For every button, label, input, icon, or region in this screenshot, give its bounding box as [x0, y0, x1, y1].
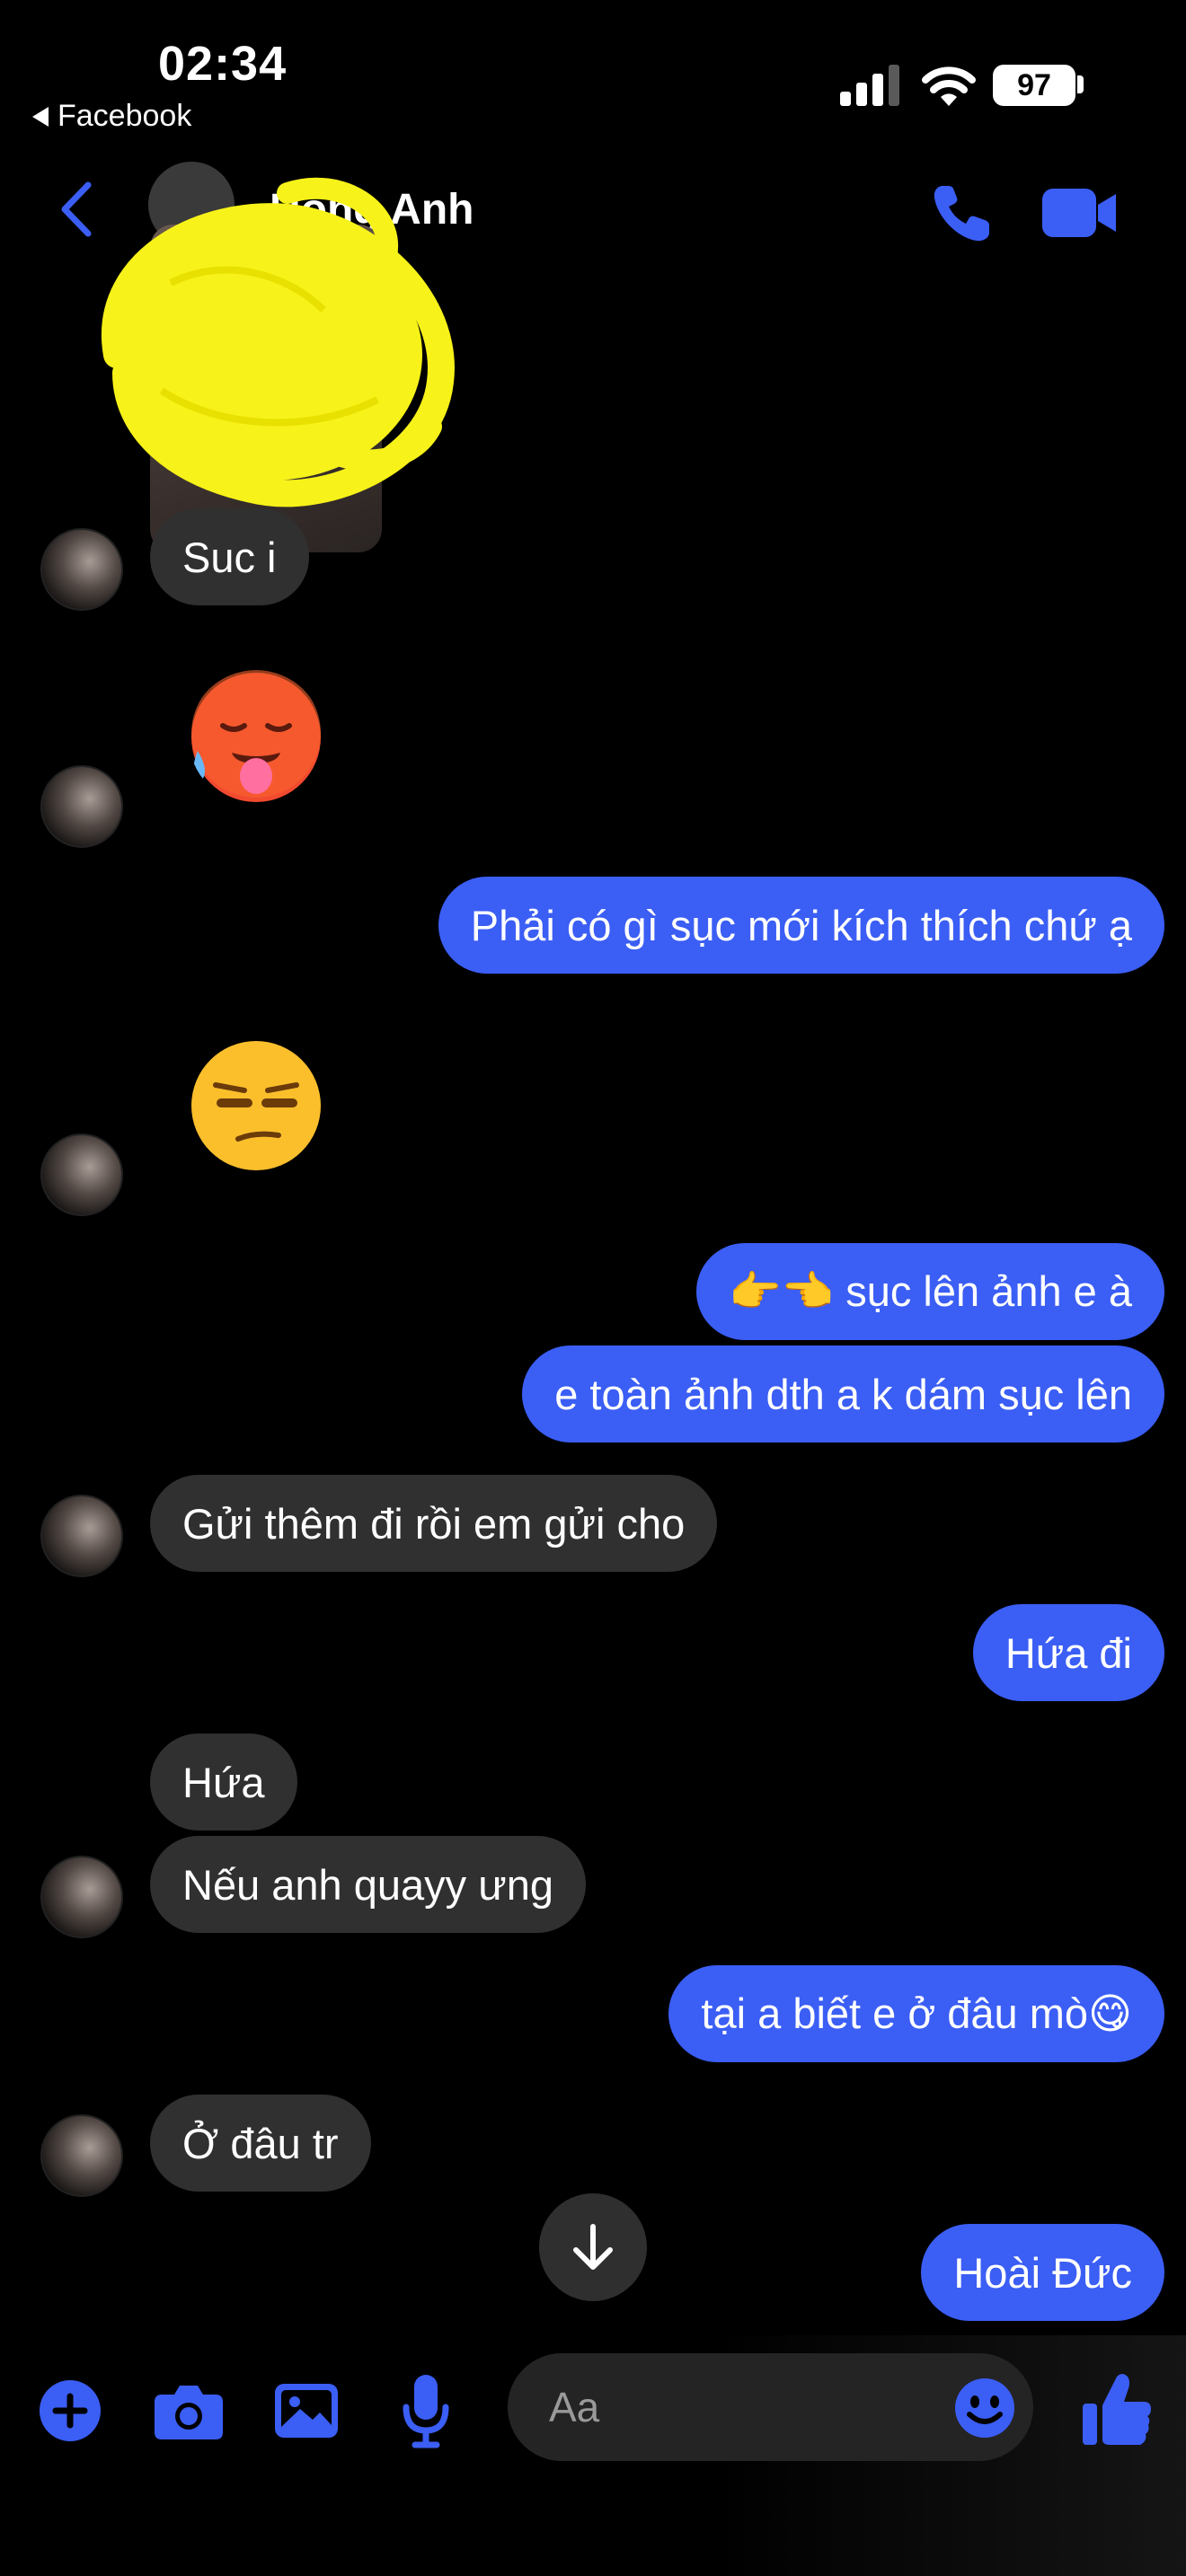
phone-call-icon[interactable] [930, 182, 993, 245]
sender-avatar[interactable] [40, 1856, 123, 1938]
battery-nub [1077, 75, 1084, 93]
sent-message[interactable]: tại a biết e ở đâu mò😋 [668, 1965, 1164, 2062]
sent-message[interactable]: Phải có gì sục mới kích thích chứ ạ [438, 877, 1164, 974]
wifi-icon [922, 66, 976, 106]
received-message[interactable]: Nếu anh quayy ưng [150, 1836, 586, 1933]
status-time: 02:34 [158, 37, 288, 91]
sent-message[interactable]: Hoài Đức [921, 2224, 1164, 2321]
back-app-label: Facebook [58, 99, 192, 133]
battery-indicator: 97 [993, 65, 1075, 106]
received-message[interactable]: Hứa [150, 1734, 297, 1831]
plus-icon[interactable] [40, 2380, 101, 2441]
sender-avatar[interactable] [40, 765, 123, 848]
microphone-icon[interactable] [403, 2375, 449, 2448]
emoji-picker-icon[interactable] [955, 2378, 1014, 2438]
received-message[interactable]: Gửi thêm đi rồi em gửi cho [150, 1475, 718, 1572]
unamused-face-icon[interactable] [189, 1038, 323, 1173]
sender-avatar[interactable] [40, 2114, 123, 2197]
hot-face-icon[interactable] [189, 670, 323, 805]
back-to-app-link[interactable]: Facebook [32, 99, 191, 134]
sent-message[interactable]: 👉👈 sục lên ảnh e à [696, 1243, 1164, 1340]
received-message[interactable]: Suc i [150, 508, 309, 605]
video-call-icon[interactable] [1042, 187, 1118, 239]
sent-message[interactable]: Hứa đi [972, 1604, 1164, 1701]
received-message[interactable]: Ở đâu tr [150, 2095, 371, 2192]
sender-avatar[interactable] [40, 1495, 123, 1577]
scroll-to-bottom-button[interactable] [539, 2193, 647, 2301]
gallery-icon[interactable] [275, 2384, 338, 2438]
sender-avatar[interactable] [40, 528, 123, 611]
thumbs-up-icon[interactable] [1083, 2371, 1151, 2447]
back-triangle-icon [32, 106, 49, 127]
yellow-scribble-redaction [102, 177, 455, 507]
sender-avatar[interactable] [40, 1134, 123, 1216]
camera-icon[interactable] [155, 2382, 223, 2439]
sent-message[interactable]: e toàn ảnh dth a k dám sục lên [522, 1345, 1164, 1442]
arrow-down-icon [573, 2224, 613, 2270]
cellular-signal-icon [840, 65, 899, 106]
